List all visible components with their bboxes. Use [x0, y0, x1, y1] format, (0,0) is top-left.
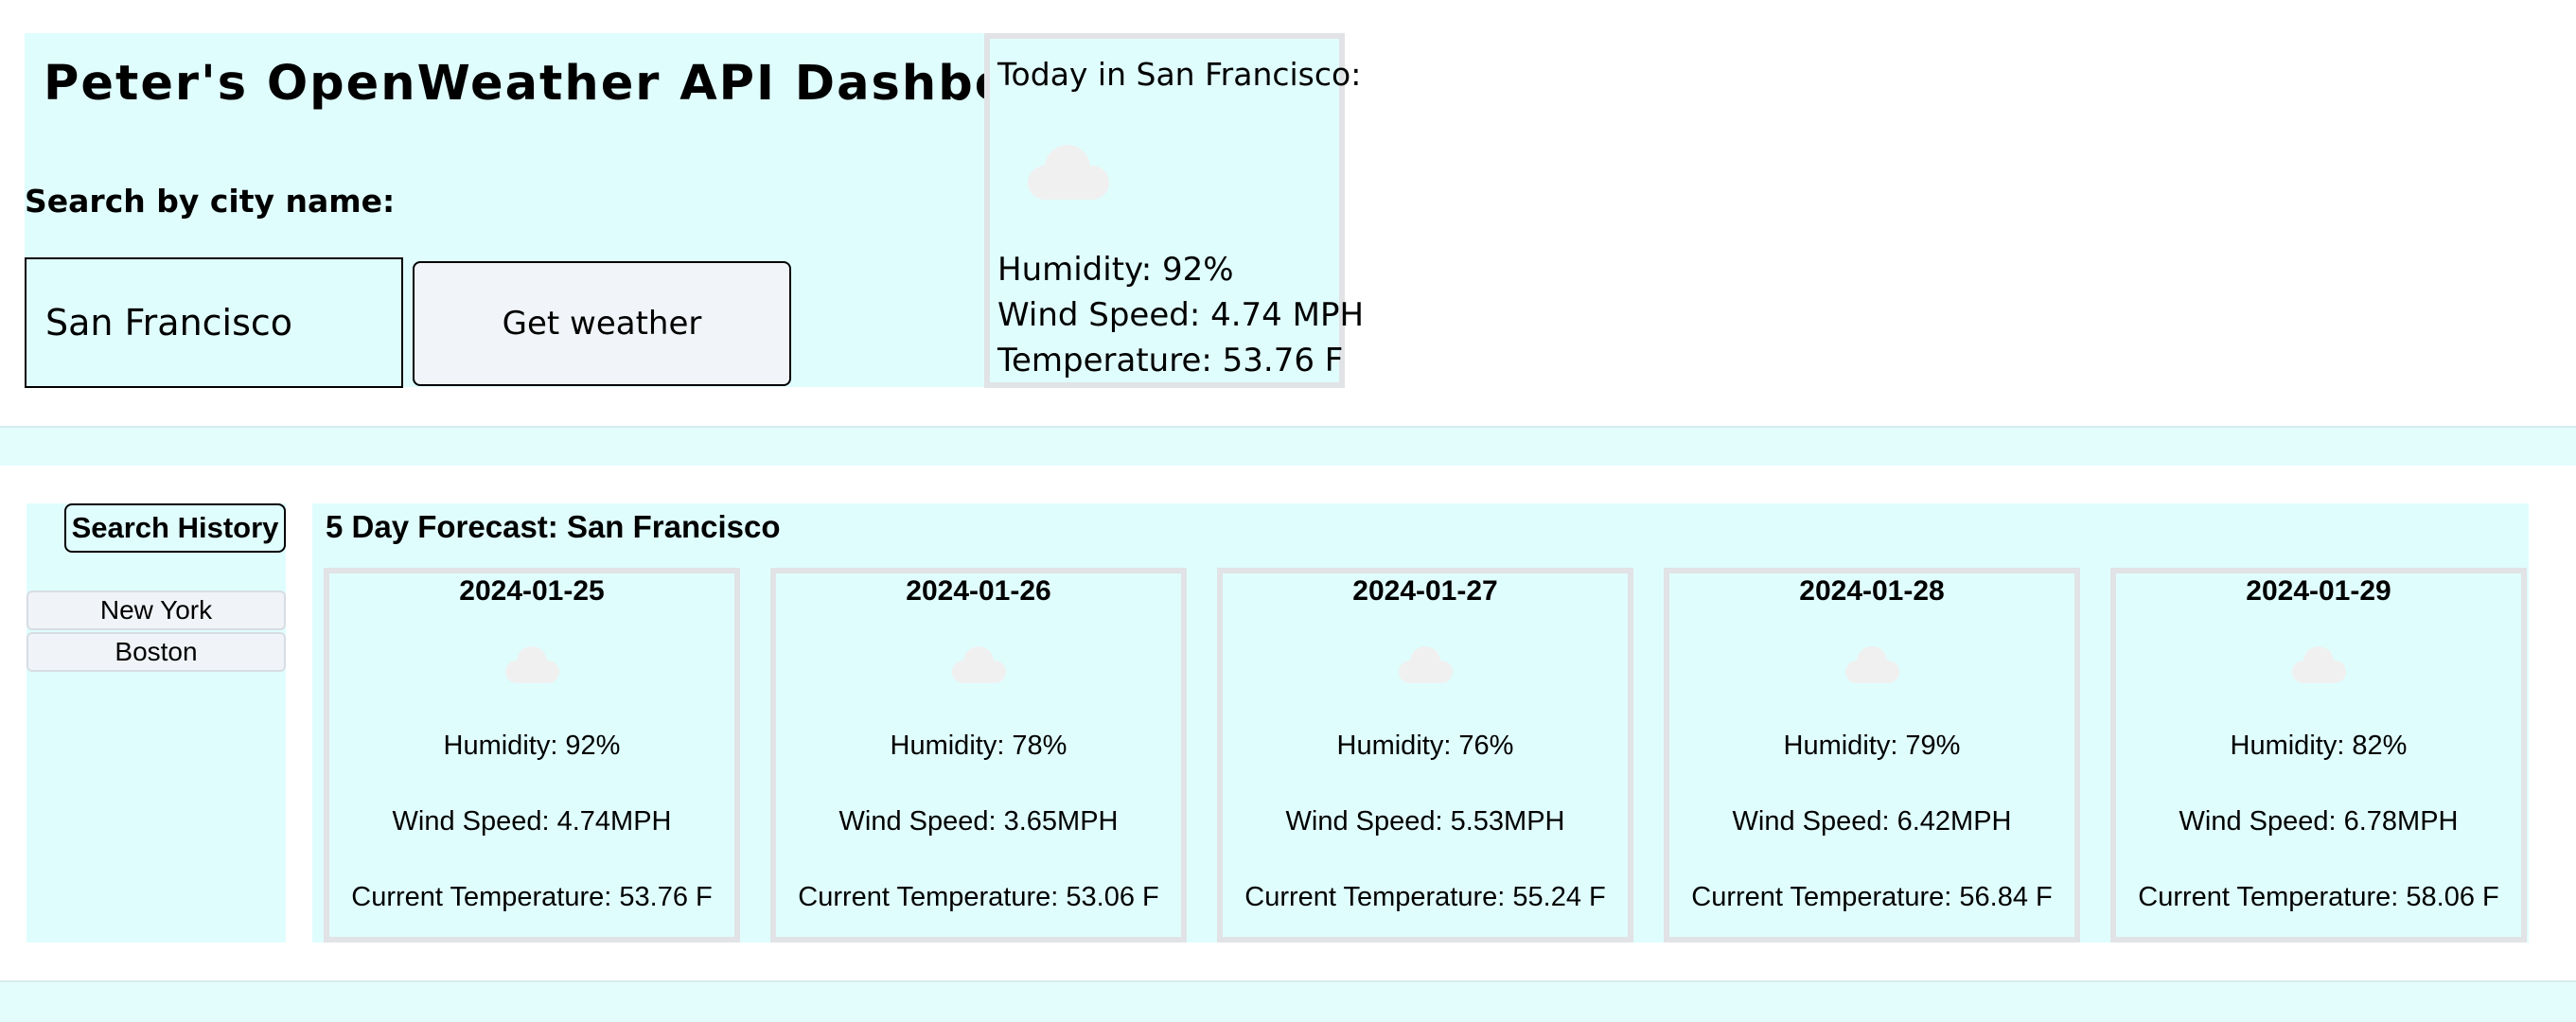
forecast-wind-speed: Wind Speed: 6.42MPH — [1732, 806, 2012, 837]
forecast-card: 2024-01-26 Humidity: 78% Wind Speed: 3.6… — [770, 568, 1187, 943]
forecast-humidity: Humidity: 76% — [1336, 731, 1514, 761]
forecast-wind-speed: Wind Speed: 6.78MPH — [2179, 806, 2459, 837]
forecast-temperature: Current Temperature: 56.84 F — [1691, 882, 2053, 912]
forecast-date: 2024-01-27 — [1352, 575, 1498, 607]
forecast-wind-speed: Wind Speed: 5.53MPH — [1285, 806, 1565, 837]
forecast-temperature: Current Temperature: 58.06 F — [2138, 882, 2499, 912]
forecast-date: 2024-01-29 — [2246, 575, 2391, 607]
forecast-card: 2024-01-29 Humidity: 82% Wind Speed: 6.7… — [2110, 568, 2527, 943]
search-history-button[interactable]: Search History — [64, 503, 286, 553]
today-wind-speed: Wind Speed: 4.74 MPH — [997, 296, 1365, 334]
cloud-icon — [1018, 141, 1117, 205]
search-history-sidebar — [26, 503, 286, 943]
get-weather-button[interactable]: Get weather — [413, 261, 791, 386]
page-title: Peter's OpenWeather API Dashboard — [44, 56, 1106, 112]
footer-band — [0, 980, 2576, 1022]
city-search-input[interactable] — [25, 257, 403, 388]
forecast-date: 2024-01-25 — [459, 575, 605, 607]
forecast-title: 5 Day Forecast: San Francisco — [326, 509, 781, 544]
header-panel: Peter's OpenWeather API Dashboard Search… — [25, 33, 1104, 388]
forecast-card: 2024-01-27 Humidity: 76% Wind Speed: 5.5… — [1217, 568, 1633, 943]
history-item-boston[interactable]: Boston — [26, 632, 286, 672]
forecast-temperature: Current Temperature: 53.06 F — [798, 882, 1159, 912]
cloud-icon — [1840, 643, 1904, 690]
history-item-new-york[interactable]: New York — [26, 590, 286, 630]
today-weather-card: Today in San Francisco: Humidity: 92% Wi… — [984, 33, 1364, 388]
cloud-icon — [2286, 643, 2351, 690]
divider-band — [0, 426, 2576, 466]
cloud-icon — [946, 643, 1011, 690]
forecast-wind-speed: Wind Speed: 3.65MPH — [838, 806, 1119, 837]
forecast-card: 2024-01-25 Humidity: 92% Wind Speed: 4.7… — [324, 568, 740, 943]
today-temperature: Temperature: 53.76 F — [997, 342, 1344, 379]
page: Peter's OpenWeather API Dashboard Search… — [0, 0, 2576, 1022]
today-title: Today in San Francisco: — [997, 56, 1362, 93]
forecast-humidity: Humidity: 79% — [1783, 731, 1961, 761]
forecast-humidity: Humidity: 82% — [2230, 731, 2408, 761]
forecast-panel: 5 Day Forecast: San Francisco 2024-01-25… — [312, 503, 2529, 943]
today-humidity: Humidity: 92% — [997, 251, 1234, 289]
forecast-card: 2024-01-28 Humidity: 79% Wind Speed: 6.4… — [1664, 568, 2080, 943]
forecast-date: 2024-01-26 — [906, 575, 1051, 607]
forecast-date: 2024-01-28 — [1799, 575, 1945, 607]
forecast-wind-speed: Wind Speed: 4.74MPH — [392, 806, 672, 837]
forecast-humidity: Humidity: 78% — [890, 731, 1067, 761]
forecast-temperature: Current Temperature: 53.76 F — [351, 882, 713, 912]
cloud-icon — [1393, 643, 1457, 690]
cloud-icon — [500, 643, 564, 690]
forecast-humidity: Humidity: 92% — [443, 731, 621, 761]
search-label: Search by city name: — [25, 183, 396, 220]
forecast-temperature: Current Temperature: 55.24 F — [1244, 882, 1606, 912]
